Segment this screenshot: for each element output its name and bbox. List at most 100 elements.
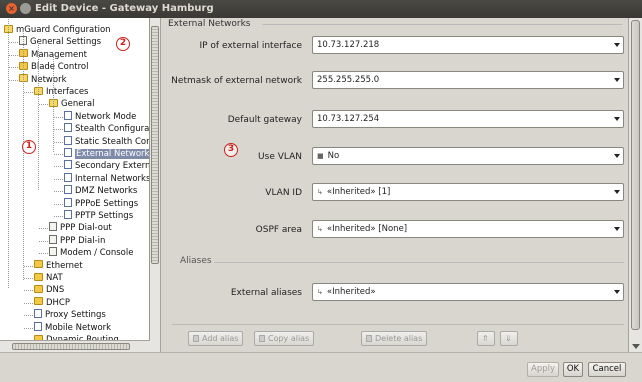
tree-item[interactable]: Mobile Network [34,321,111,334]
ospf-value: «Inherited» [None] [326,224,408,234]
copy-icon [259,335,265,342]
window-titlebar: × Edit Device - Gateway Hamburg [0,0,642,18]
tree-vertical-scrollbar[interactable] [150,18,161,352]
add-alias-button[interactable]: Add alias [188,331,244,346]
tree-item[interactable]: NAT [34,272,63,284]
tree-item[interactable]: Ethernet [34,260,83,272]
inherit-icon: ↳ [317,188,323,196]
tree-connector [54,116,63,118]
tree-connector [39,240,48,242]
chevron-down-icon[interactable] [614,117,620,121]
chevron-down-icon[interactable] [614,154,620,158]
netmask-combo[interactable]: 255.255.255.0 [312,71,624,89]
chevron-down-icon[interactable] [614,78,620,82]
vlan-id-label: VLAN ID [265,188,302,198]
tree-item[interactable]: Internal Networks [64,172,149,185]
tree-connector [9,42,18,44]
tree-item[interactable]: DNS [34,284,64,296]
tree-item-label: Ethernet [46,260,83,271]
tree-item[interactable]: Modem / Console [49,247,133,259]
navigation-tree: mGuard Configuration General Settings Mana… [0,18,150,352]
vlan-select[interactable]: ■ No [312,147,624,165]
apply-button[interactable]: Apply [527,362,559,377]
tree-connector [23,30,24,280]
move-up-button[interactable]: ⇑ [477,331,495,346]
scrollbar-thumb[interactable] [631,20,640,330]
tree-item[interactable]: PPP Dial-in [49,234,105,247]
copy-alias-label: Copy alias [268,334,310,343]
tree-item[interactable]: PPTP Settings [64,210,133,222]
document-icon [49,247,57,257]
delete-alias-button[interactable]: Delete alias [361,331,428,346]
tree-item[interactable]: PPP Dial-out [49,222,112,234]
scroll-down-icon[interactable] [632,344,640,349]
tree-item[interactable]: Interfaces [34,86,88,98]
document-icon [49,234,57,244]
scrollbar-thumb[interactable] [151,26,159,264]
gateway-combo[interactable]: 10.73.127.254 [312,110,624,128]
copy-alias-button[interactable]: Copy alias [254,331,315,346]
ok-button[interactable]: OK [563,362,583,377]
tree-item[interactable]: Stealth Configuration [64,123,149,135]
tree-item[interactable]: General [49,98,95,110]
document-icon [64,197,72,207]
tree-item[interactable]: Network Mode [64,110,137,123]
chevron-down-icon[interactable] [614,227,620,231]
tree-item[interactable]: PPPoE Settings [64,197,138,210]
cancel-button[interactable]: Cancel [588,362,626,377]
tree-item[interactable]: Secondary External [64,160,150,172]
minimize-icon[interactable] [20,3,31,14]
scrollbar-thumb[interactable] [12,343,130,350]
tree-item-label: Management [31,49,87,60]
tree-item-label: Network Mode [75,111,137,122]
tree-item-label: mGuard Configuration [16,25,111,35]
ospf-combo[interactable]: ↳ «Inherited» [None] [312,220,624,238]
square-icon: ■ [317,152,324,160]
inherit-icon: ↳ [317,225,323,233]
tree-connector [24,265,33,267]
callout-marker: 2 [116,37,130,51]
move-down-button[interactable]: ⇓ [500,331,518,346]
tree-item[interactable]: DHCP [34,297,70,309]
folder-icon [34,260,43,269]
tree-item[interactable]: Static Stealth Config [64,135,150,148]
chevron-down-icon[interactable] [614,190,620,194]
tree-connector [24,302,33,304]
tree-connector [9,54,18,56]
ip-value: 10.73.127.218 [317,40,380,50]
tree-item-label: Secondary External [75,161,150,172]
tree-item[interactable]: mGuard Configuration [4,24,111,36]
delete-alias-label: Delete alias [375,334,423,343]
gateway-value: 10.73.127.254 [317,114,380,124]
tree-item[interactable]: Network [19,74,67,86]
add-icon [193,335,199,342]
tree-item[interactable]: DMZ Networks [64,185,137,197]
tree-connector [38,43,39,190]
tree-connector [54,154,63,155]
tree-connector [53,55,54,152]
tree-item-label: General Settings [30,37,102,48]
tree-item-label: Static Stealth Config [75,136,150,147]
external-aliases-combo[interactable]: ↳ «Inherited» [312,283,624,301]
divider [214,262,624,263]
vlan-id-combo[interactable]: ↳ «Inherited» [1] [312,183,624,201]
tree-connector [24,327,33,329]
tree-item[interactable]: Proxy Settings [34,309,106,321]
tree-connector [54,141,63,143]
tree-horizontal-scrollbar[interactable] [0,340,150,352]
chevron-down-icon[interactable] [614,43,620,47]
tree-item[interactable]: External Networks [64,148,149,160]
tree-connector [24,278,33,279]
folder-icon [34,284,43,293]
document-icon [34,309,42,319]
tree-item-label: DNS [46,285,65,296]
delete-icon [366,335,372,342]
close-icon[interactable]: × [6,3,17,14]
document-icon [64,210,72,219]
chevron-down-icon[interactable] [614,290,620,294]
tree-item-label: PPP Dial-out [60,223,112,234]
settings-vertical-scrollbar[interactable] [628,18,642,352]
tree-item[interactable]: General Settings [19,36,101,48]
aliases-title: Aliases [180,256,212,266]
ip-combo[interactable]: 10.73.127.218 [312,36,624,54]
